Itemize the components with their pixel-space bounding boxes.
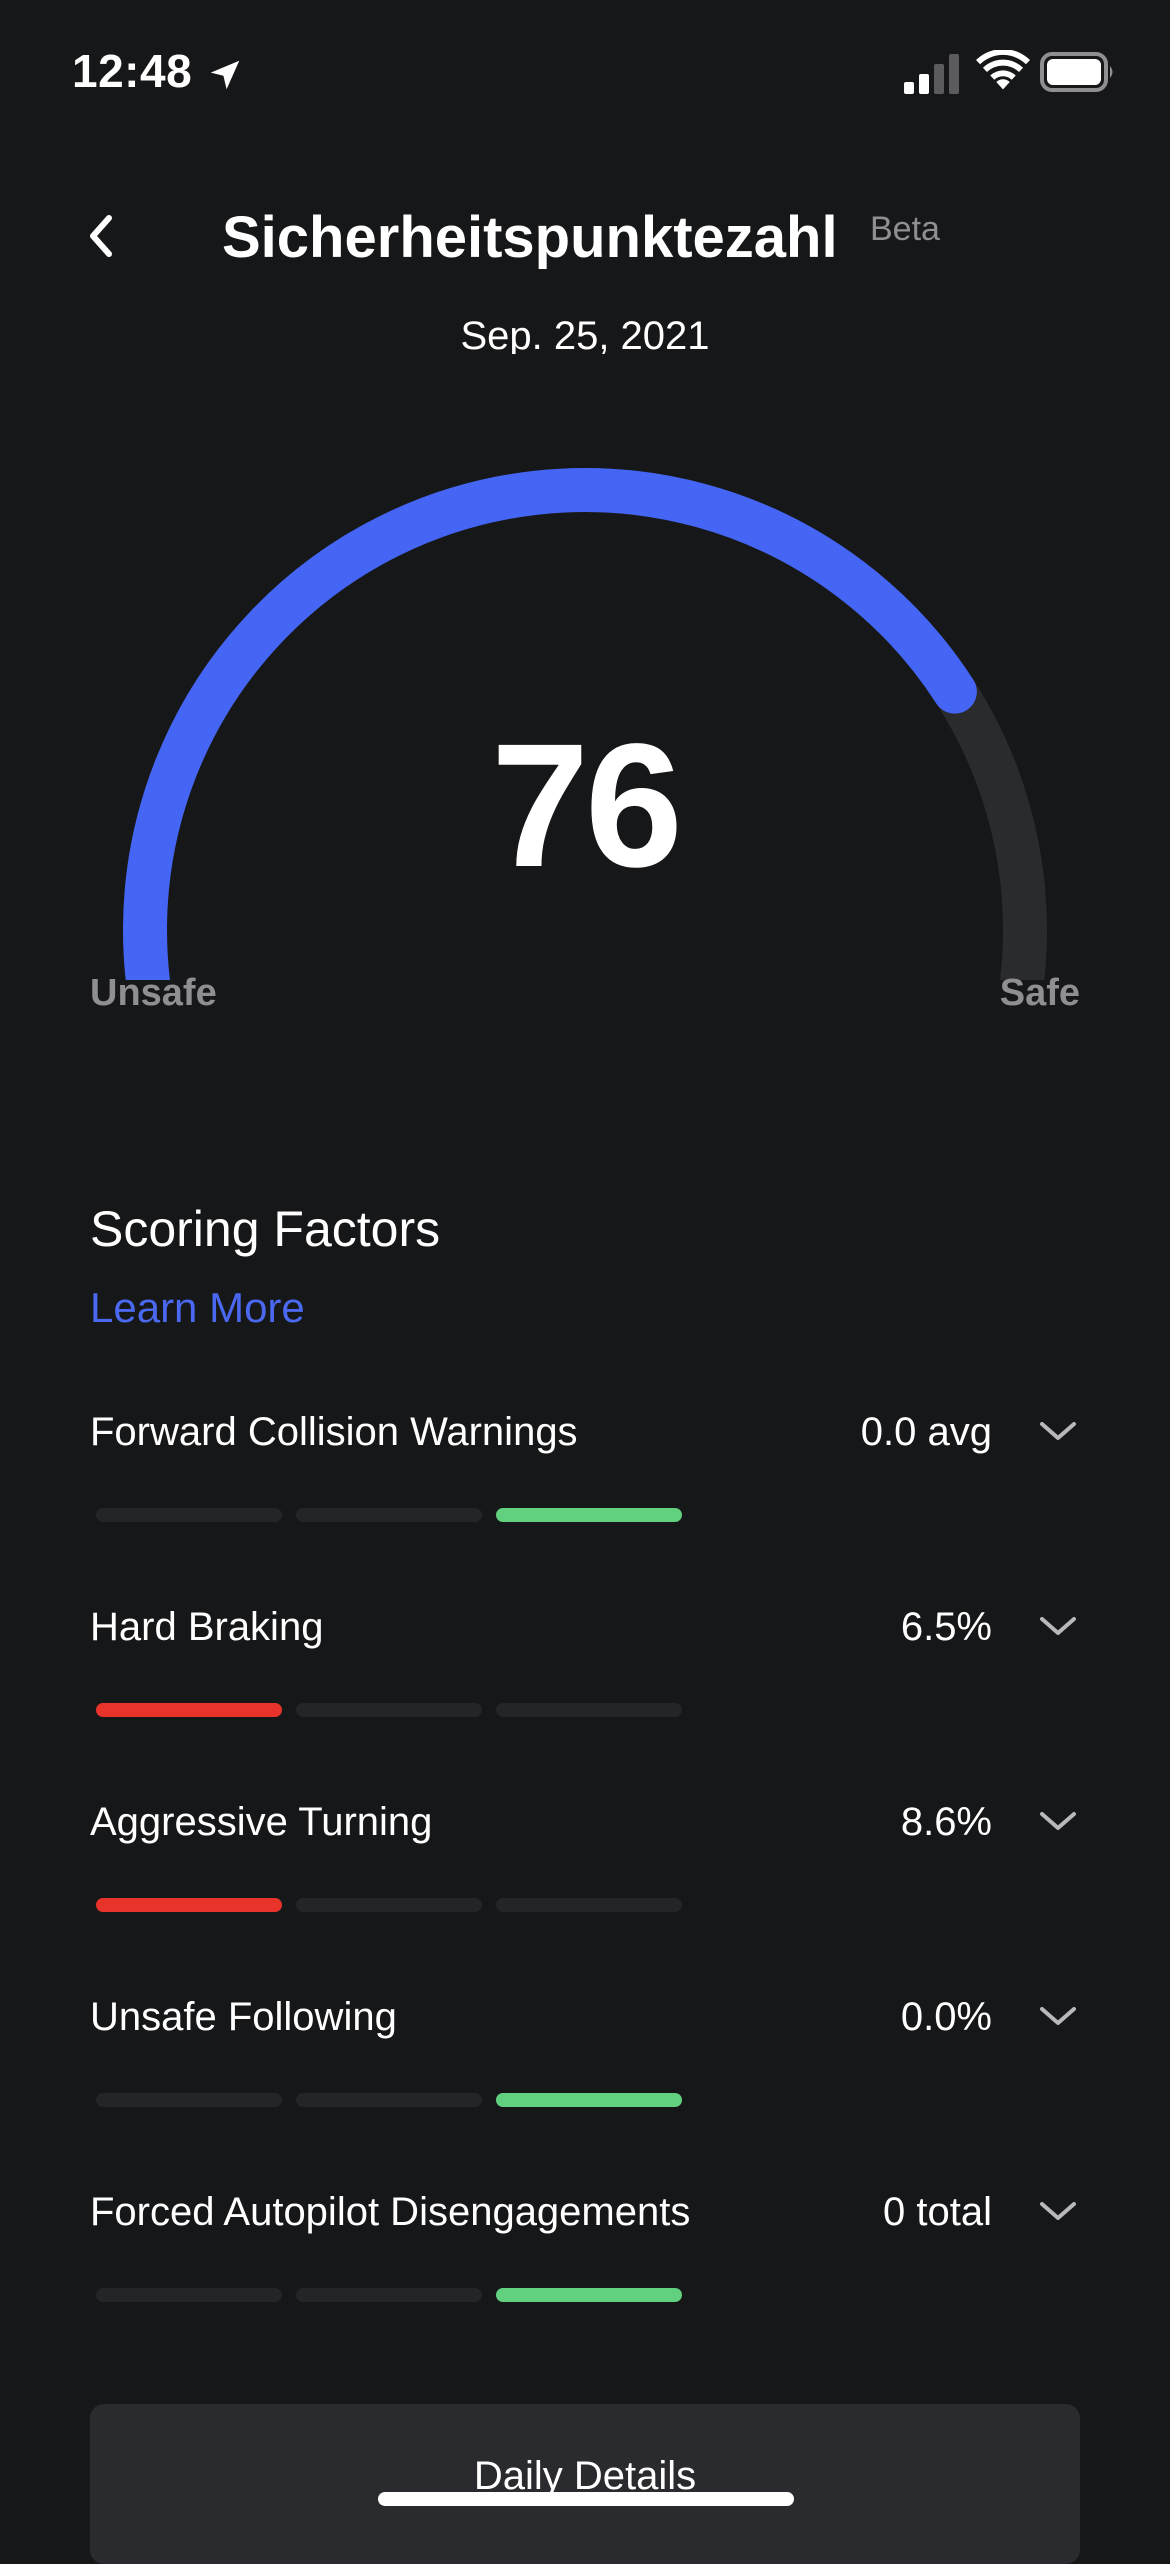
factor-row-forced-autopilot-disengagements[interactable]: Forced Autopilot Disengagements 0 total [90,2190,1080,2330]
rating-segment [296,2093,482,2107]
rating-segment [496,2093,682,2107]
rating-segment [96,1703,282,1717]
factor-name: Hard Braking [90,1605,324,1649]
score-date: Sep. 25, 2021 [460,314,710,354]
chevron-down-icon[interactable] [1036,1806,1080,1836]
rating-segment [96,2288,282,2302]
learn-more-link[interactable]: Learn More [90,1284,305,1332]
rating-segment [296,1898,482,1912]
factor-value: 0.0% [900,1995,992,2039]
chevron-down-icon[interactable] [1036,1611,1080,1641]
rating-segment [496,1508,682,1522]
cellular-signal-icon [904,54,959,94]
safety-score-value: 76 [491,708,683,904]
status-time: 12:48 [72,45,193,97]
scoring-factors-title: Scoring Factors [90,1201,441,1257]
chevron-left-icon [90,215,112,257]
wifi-icon [976,50,1030,90]
gauge-min-label: Unsafe [90,972,217,1014]
factor-value: 8.6% [900,1800,992,1844]
rating-segment [496,2288,682,2302]
rating-segment [496,1703,682,1717]
rating-segment [96,1898,282,1912]
factor-value: 0 total [883,2190,992,2234]
factor-name: Forced Autopilot Disengagements [90,2190,691,2234]
factor-row-aggressive-turning[interactable]: Aggressive Turning 8.6% [90,1800,1080,1940]
gauge-max-label: Safe [999,972,1080,1014]
factor-row-forward-collision-warnings[interactable]: Forward Collision Warnings 0.0 avg [90,1410,1080,1550]
factor-name: Forward Collision Warnings [90,1410,578,1454]
chevron-down-icon[interactable] [1036,2001,1080,2031]
factor-row-unsafe-following[interactable]: Unsafe Following 0.0% [90,1995,1080,2135]
factor-value: 0.0 avg [860,1410,992,1454]
factor-name: Unsafe Following [90,1995,397,2039]
rating-segment [296,1703,482,1717]
back-button[interactable] [72,206,132,266]
chevron-down-icon[interactable] [1036,1416,1080,1446]
rating-segment [96,1508,282,1522]
daily-details-button[interactable]: Daily Details [90,2404,1080,2564]
rating-segment [296,2288,482,2302]
page-title: Sicherheitspunktezahl [222,205,838,270]
home-indicator [378,2492,794,2506]
rating-segment [496,1898,682,1912]
beta-badge: Beta [870,210,940,248]
battery-icon [1040,52,1113,92]
factor-name: Aggressive Turning [90,1800,433,1844]
factor-row-hard-braking[interactable]: Hard Braking 6.5% [90,1605,1080,1745]
chevron-down-icon[interactable] [1036,2196,1080,2226]
location-arrow-icon [210,60,240,90]
rating-segment [296,1508,482,1522]
date-container: Sep. 25, 2021 [0,270,1170,354]
factor-value: 6.5% [900,1605,992,1649]
rating-segment [96,2093,282,2107]
